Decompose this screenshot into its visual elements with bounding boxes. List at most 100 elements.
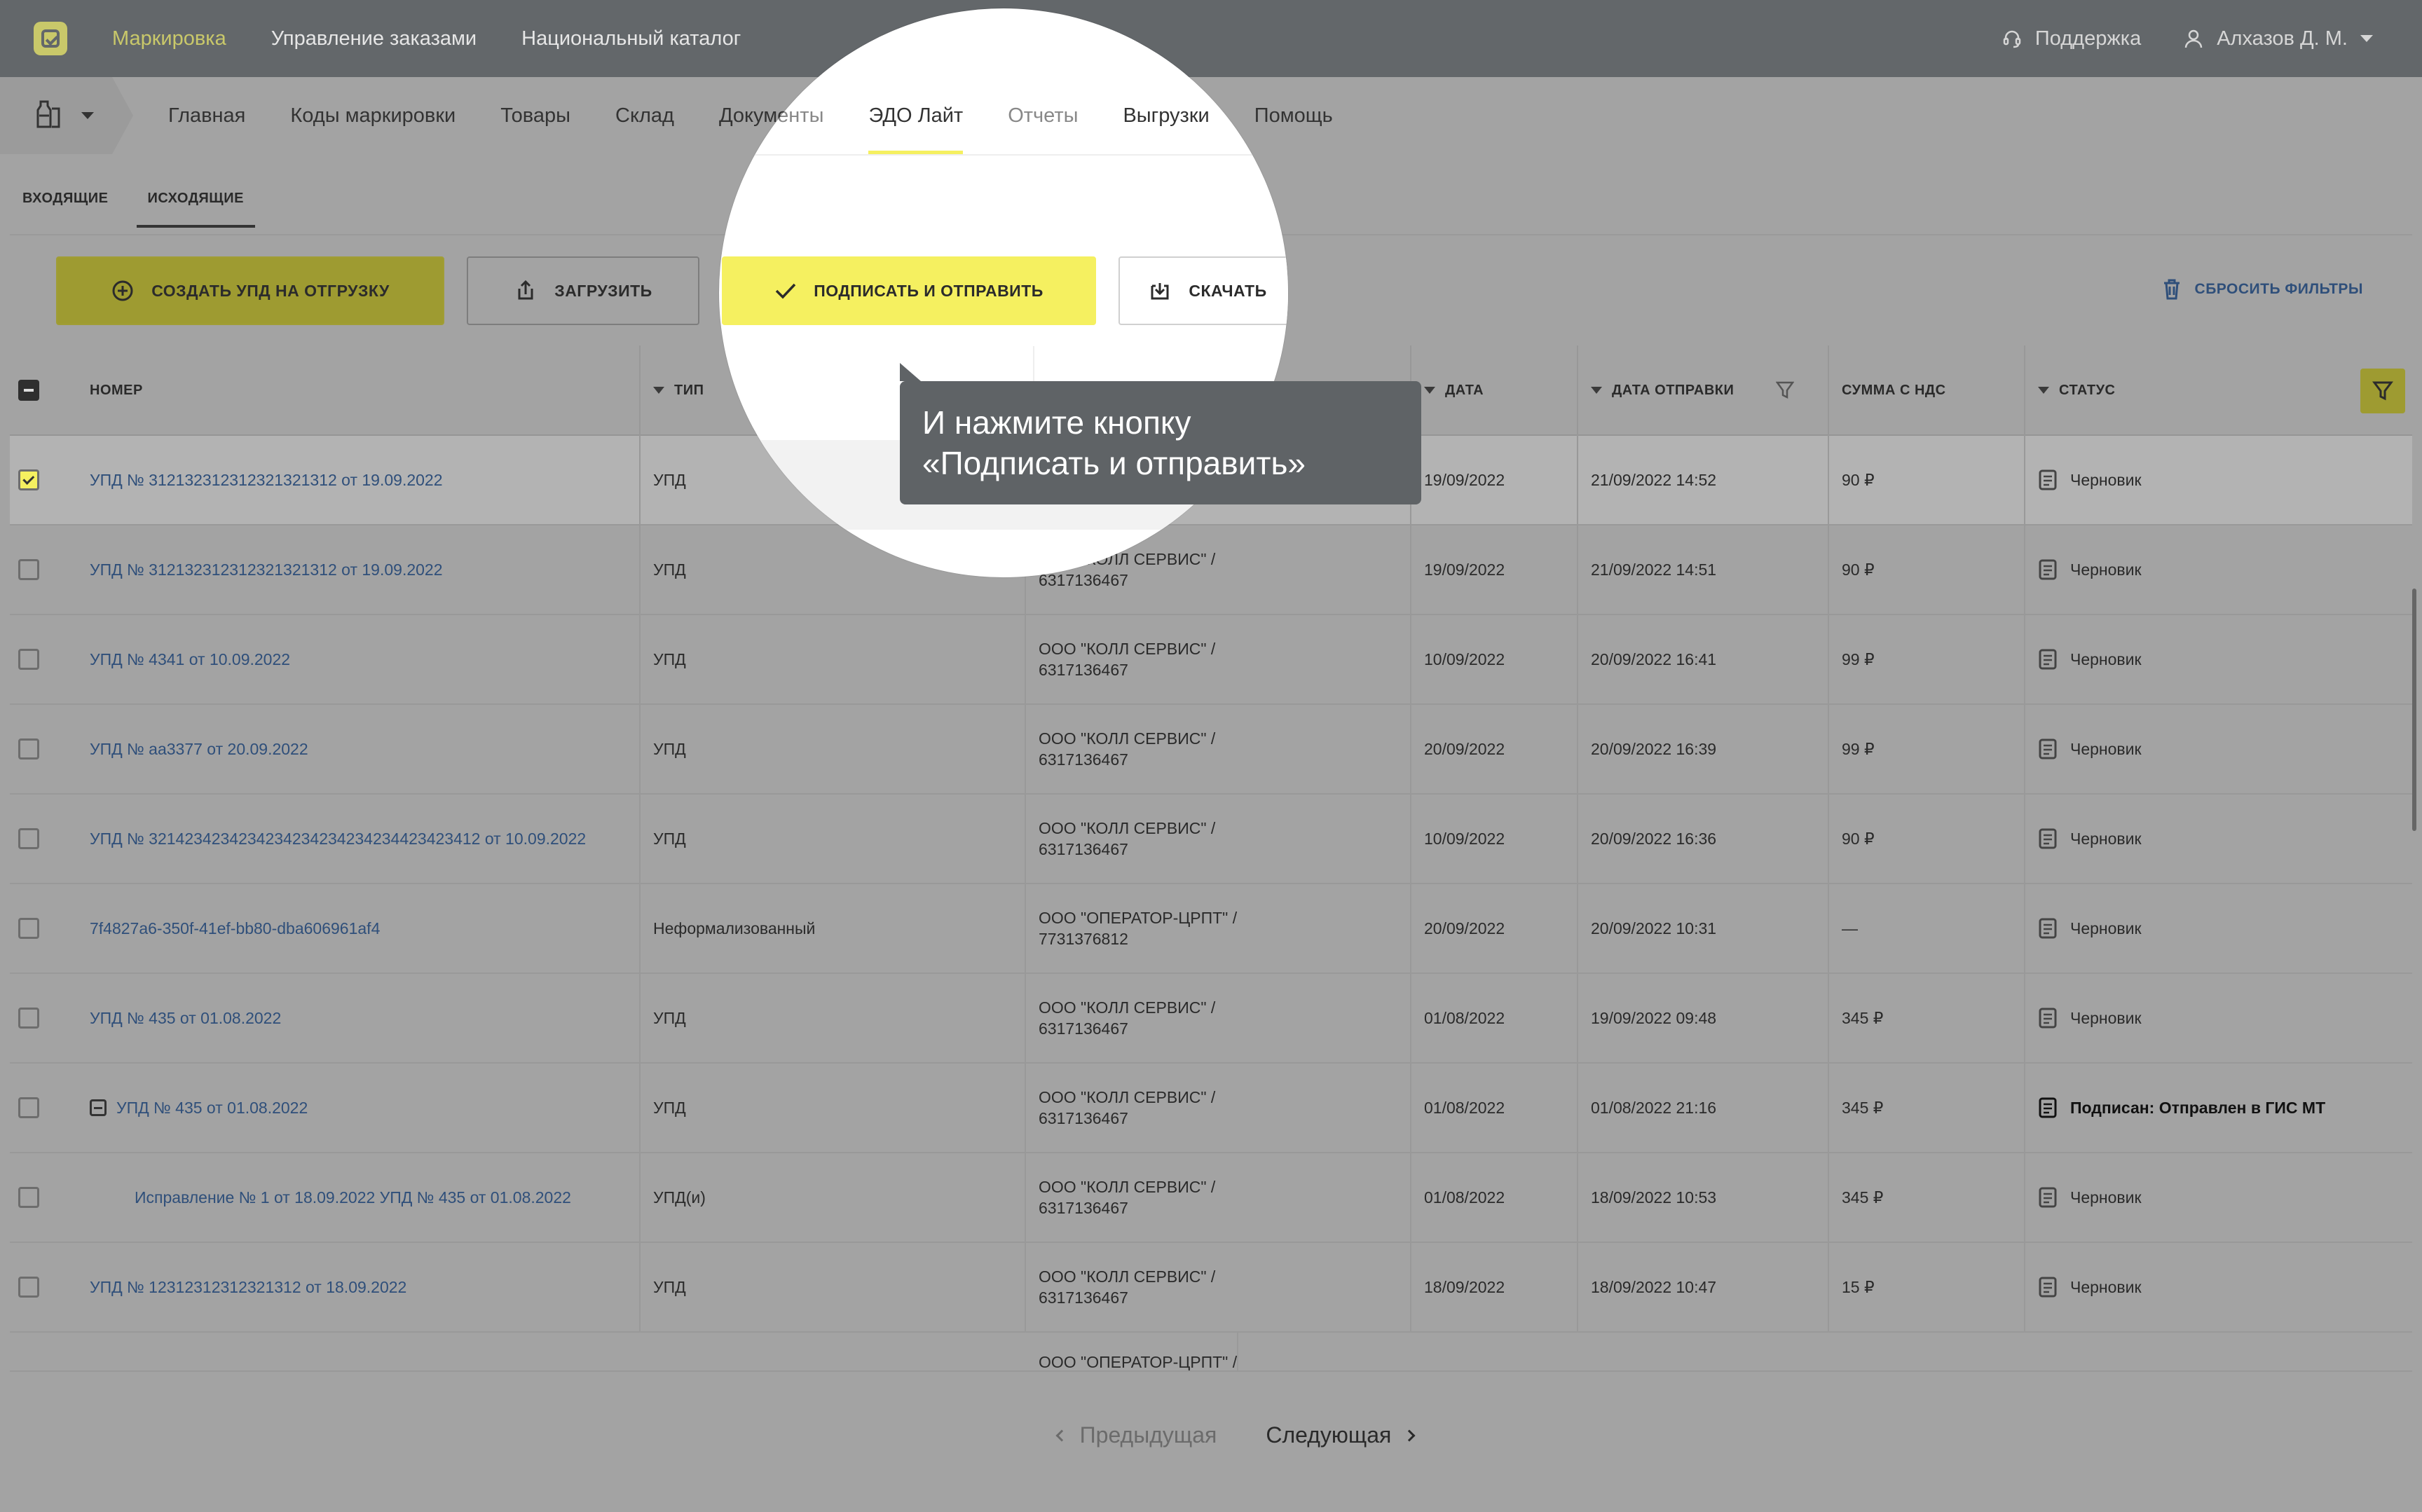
table-row[interactable]: УПД № аа3377 от 20.09.2022 УПД ООО "КОЛЛ С…	[10, 704, 2412, 795]
status-label: Черновик	[2070, 560, 2142, 579]
sum-with-vat: 90 ₽	[1829, 435, 2025, 525]
tab-incoming[interactable]: ВХОДЯЩИЕ	[22, 191, 109, 228]
col-type-label: ТИП	[674, 382, 704, 398]
status-label: Черновик	[2070, 1188, 2142, 1207]
table-row[interactable]: УПД № 12312312312321312 от 18.09.2022 УПД…	[10, 1242, 2412, 1333]
collapse-icon[interactable]	[90, 1099, 107, 1116]
document-date: 18/09/2022	[1411, 1242, 1578, 1332]
sum-with-vat: —	[1829, 884, 2025, 973]
document-number-link[interactable]: УПД № 12312312312321312 от 18.09.2022	[77, 1242, 641, 1332]
nav-home[interactable]: Главная	[168, 77, 245, 154]
document-status-icon	[2038, 738, 2058, 760]
table-row[interactable]: УПД № 3214234234234234234234234234423423…	[10, 794, 2412, 884]
document-status-icon	[2038, 917, 2058, 940]
create-upd-button[interactable]: СОЗДАТЬ УПД НА ОТГРУЗКУ	[56, 256, 444, 325]
document-number-link[interactable]: УПД № 435 от 01.08.2022	[77, 1063, 641, 1153]
document-number-link[interactable]: 7f4827a6-350f-41ef-bb80-dba606961af4	[77, 884, 641, 973]
counterparty-inn: 6317136467	[1039, 1019, 1128, 1038]
column-filter-icon[interactable]	[1776, 380, 1795, 400]
sent-date: 20/09/2022 10:31	[1578, 884, 1829, 973]
document-status-icon	[2038, 1186, 2058, 1209]
spot-nav-edo-lite[interactable]: ЭДО Лайт	[868, 77, 963, 154]
chevron-down-icon	[2360, 35, 2373, 42]
col-number[interactable]: НОМЕР	[77, 345, 641, 435]
col-sum[interactable]: СУММА С НДС	[1829, 345, 2025, 435]
row-checkbox[interactable]	[18, 559, 39, 580]
document-date: 01/08/2022	[1411, 1153, 1578, 1242]
top-nav-catalog[interactable]: Национальный каталог	[521, 27, 741, 50]
document-number: УПД № 3214234234234234234234234234423423…	[90, 829, 587, 848]
row-checkbox-cell	[10, 973, 77, 1063]
table-filter-button[interactable]	[2360, 369, 2405, 413]
col-date[interactable]: ДАТА	[1411, 345, 1578, 435]
col-sent-date[interactable]: ДАТА ОТПРАВКИ	[1578, 345, 1829, 435]
reset-filters-button[interactable]: СБРОСИТЬ ФИЛЬТРЫ	[2161, 277, 2363, 301]
document-number-link[interactable]: УПД № аа3377 от 20.09.2022	[77, 704, 641, 794]
status-label: Черновик	[2070, 829, 2142, 848]
row-checkbox[interactable]	[18, 828, 39, 849]
row-checkbox[interactable]	[18, 918, 39, 939]
toolbar: СОЗДАТЬ УПД НА ОТГРУЗКУ ЗАГРУЗИТЬ	[56, 256, 722, 325]
prev-page-button[interactable]: Предыдущая	[1055, 1422, 1217, 1448]
sign-and-send-button[interactable]: ПОДПИСАТЬ И ОТПРАВИТЬ	[722, 256, 1096, 325]
document-number-link[interactable]: УПД № 312132312312321321312 от 19.09.202…	[77, 525, 641, 614]
document-date: 10/09/2022	[1411, 614, 1578, 704]
upload-button[interactable]: ЗАГРУЗИТЬ	[467, 256, 699, 325]
row-checkbox[interactable]	[18, 469, 39, 490]
document-date: 20/09/2022	[1411, 884, 1578, 973]
row-checkbox[interactable]	[18, 738, 39, 760]
document-date: 20/09/2022	[1411, 704, 1578, 794]
status-label: Черновик	[2070, 739, 2142, 758]
download-button[interactable]: СКАЧАТЬ	[1118, 256, 1288, 325]
nav-warehouse[interactable]: Склад	[615, 77, 674, 154]
status-badge: Черновик	[2038, 917, 2142, 940]
app-logo-icon[interactable]	[34, 22, 67, 55]
counterparty: ООО "КОЛЛ СЕРВИС" / 6317136467	[1026, 973, 1411, 1063]
document-number-link[interactable]: УПД № 435 от 01.08.2022	[77, 973, 641, 1063]
row-checkbox[interactable]	[18, 1097, 39, 1118]
document-number-link[interactable]: УПД № 312132312312321321312 от 19.09.202…	[77, 435, 641, 525]
plus-circle-icon	[111, 279, 135, 303]
nav-products[interactable]: Товары	[500, 77, 570, 154]
create-upd-label: СОЗДАТЬ УПД НА ОТГРУЗКУ	[151, 281, 390, 300]
sort-icon	[653, 387, 664, 394]
spot-nav-reports[interactable]: Отчеты	[1008, 77, 1078, 154]
row-checkbox[interactable]	[18, 1008, 39, 1029]
support-label: Поддержка	[2034, 27, 2142, 50]
table-scrollbar[interactable]	[2412, 589, 2416, 831]
next-page-button[interactable]: Следующая	[1266, 1422, 1416, 1448]
table-row[interactable]: УПД № 435 от 01.08.2022 УПД ООО "КОЛЛ СЕРВ…	[10, 973, 2412, 1064]
status-badge: Черновик	[2038, 648, 2142, 671]
row-checkbox[interactable]	[18, 649, 39, 670]
status-cell: Черновик	[2025, 884, 2412, 973]
download-icon	[1148, 279, 1172, 303]
table-row[interactable]: Исправление № 1 от 18.09.2022 УПД № 435 …	[10, 1153, 2412, 1243]
row-checkbox[interactable]	[18, 1187, 39, 1208]
nav-codes[interactable]: Коды маркировки	[290, 77, 456, 154]
product-group-selector[interactable]	[0, 77, 133, 154]
spot-nav-documents[interactable]: Документы	[719, 77, 823, 154]
document-number-link[interactable]: УПД № 4341 от 10.09.2022	[77, 614, 641, 704]
col-status[interactable]: СТАТУС	[2025, 345, 2412, 435]
document-number-link[interactable]: Исправление № 1 от 18.09.2022 УПД № 435 …	[77, 1153, 641, 1242]
document-number-link[interactable]: УПД № 3214234234234234234234234234423423…	[77, 794, 641, 884]
counterparty: ООО "ОПЕРАТОР-ЦРПТ" / 7731376812	[1026, 884, 1411, 973]
select-all-checkbox[interactable]	[18, 380, 39, 401]
sent-date: 18/09/2022 10:47	[1578, 1242, 1829, 1332]
counterparty: ООО "КОЛЛ СЕРВИС" / 6317136467	[1026, 1063, 1411, 1153]
counterparty-name: ООО "КОЛЛ СЕРВИС" /	[1039, 640, 1216, 658]
support-link[interactable]: Поддержка	[2002, 27, 2141, 50]
user-menu[interactable]: Алхазов Д. М.	[2183, 27, 2373, 50]
top-nav-orders[interactable]: Управление заказами	[271, 27, 477, 50]
table-row[interactable]: УПД № 4341 от 10.09.2022 УПД ООО "КОЛЛ СЕР…	[10, 614, 2412, 705]
tab-outgoing[interactable]: ИСХОДЯЩИЕ	[136, 191, 256, 228]
table-row[interactable]: УПД № 435 от 01.08.2022 УПД ООО "КОЛЛ СЕРВ…	[10, 1063, 2412, 1153]
row-checkbox[interactable]	[18, 1277, 39, 1298]
table-row[interactable]: 7f4827a6-350f-41ef-bb80-dba606961af4 Нефо…	[10, 884, 2412, 974]
top-nav-markirovka[interactable]: Маркировка	[112, 27, 226, 50]
upload-label: ЗАГРУЗИТЬ	[554, 281, 652, 300]
counterparty-name: ООО "КОЛЛ СЕРВИС" /	[1039, 1088, 1216, 1106]
counterparty: ООО "КОЛЛ СЕРВИС" / 6317136467	[1026, 704, 1411, 794]
document-number: УПД № 435 от 01.08.2022	[116, 1098, 308, 1117]
counterparty-inn: 6317136467	[1039, 1288, 1128, 1307]
